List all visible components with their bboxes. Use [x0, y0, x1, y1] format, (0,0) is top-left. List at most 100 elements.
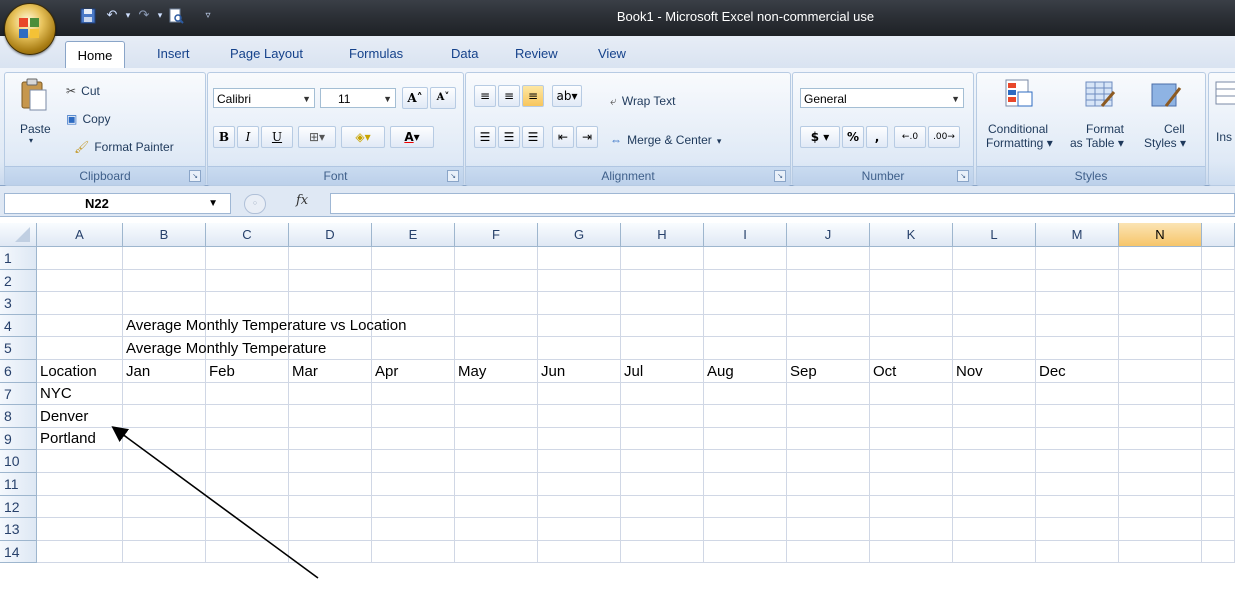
cell-k10[interactable] — [870, 450, 953, 473]
name-box[interactable]: N22 ▼ — [4, 193, 231, 214]
column-header-i[interactable]: I — [704, 223, 787, 247]
cell-d10[interactable] — [289, 450, 372, 473]
tab-data[interactable]: Data — [451, 46, 478, 61]
cell-f7[interactable] — [455, 383, 538, 405]
cell-partial[interactable] — [1202, 337, 1235, 360]
column-header-d[interactable]: D — [289, 223, 372, 247]
column-header-j[interactable]: J — [787, 223, 870, 247]
align-center-button[interactable]: ☰ — [498, 126, 520, 148]
cell-n12[interactable] — [1119, 496, 1202, 518]
cell-l1[interactable] — [953, 247, 1036, 270]
cell-b7[interactable] — [123, 383, 206, 405]
bold-button[interactable]: B — [213, 126, 235, 148]
cell-b1[interactable] — [123, 247, 206, 270]
tab-home[interactable]: Home — [65, 41, 125, 70]
alignment-launcher-icon[interactable]: ↘ — [774, 170, 786, 182]
cell-d7[interactable] — [289, 383, 372, 405]
cell-a6[interactable]: Location — [37, 360, 123, 383]
cell-g3[interactable] — [538, 292, 621, 315]
grow-font-button[interactable]: A˄ — [402, 87, 428, 109]
cell-i13[interactable] — [704, 518, 787, 541]
cell-partial[interactable] — [1202, 518, 1235, 541]
formula-input[interactable] — [330, 193, 1235, 214]
office-button[interactable] — [4, 3, 56, 55]
cell-j6[interactable]: Sep — [787, 360, 870, 383]
copy-button[interactable]: ▣ Copy — [66, 108, 110, 127]
cell-partial[interactable] — [1202, 270, 1235, 292]
row-header-2[interactable]: 2 — [0, 270, 37, 292]
cell-g4[interactable] — [538, 315, 621, 337]
cell-e13[interactable] — [372, 518, 455, 541]
cell-g11[interactable] — [538, 473, 621, 496]
insert-cells-button[interactable]: Ins — [1214, 78, 1235, 160]
cell-m10[interactable] — [1036, 450, 1119, 473]
cell-a10[interactable] — [37, 450, 123, 473]
column-header-partial[interactable] — [1202, 223, 1235, 247]
currency-button[interactable]: $ ▾ — [800, 126, 840, 148]
cell-m12[interactable] — [1036, 496, 1119, 518]
column-header-n[interactable]: N — [1119, 223, 1202, 247]
cell-m3[interactable] — [1036, 292, 1119, 315]
cell-m13[interactable] — [1036, 518, 1119, 541]
cell-e10[interactable] — [372, 450, 455, 473]
cell-n7[interactable] — [1119, 383, 1202, 405]
cell-a3[interactable] — [37, 292, 123, 315]
format-as-table-button[interactable]: Format as Table ▾ — [1064, 78, 1128, 160]
cell-n10[interactable] — [1119, 450, 1202, 473]
cell-l4[interactable] — [953, 315, 1036, 337]
cell-g2[interactable] — [538, 270, 621, 292]
font-launcher-icon[interactable]: ↘ — [447, 170, 459, 182]
cell-f12[interactable] — [455, 496, 538, 518]
decrease-indent-button[interactable]: ⇤ — [552, 126, 574, 148]
cell-e8[interactable] — [372, 405, 455, 428]
cell-f9[interactable] — [455, 428, 538, 450]
cell-n1[interactable] — [1119, 247, 1202, 270]
tab-page-layout[interactable]: Page Layout — [230, 46, 303, 61]
cell-b6[interactable]: Jan — [123, 360, 206, 383]
borders-button[interactable]: ⊞▾ — [298, 126, 336, 148]
cell-n2[interactable] — [1119, 270, 1202, 292]
column-header-g[interactable]: G — [538, 223, 621, 247]
cell-h4[interactable] — [621, 315, 704, 337]
cell-k6[interactable]: Oct — [870, 360, 953, 383]
fill-color-button[interactable]: ◈▾ — [341, 126, 385, 148]
cell-partial[interactable] — [1202, 315, 1235, 337]
cell-m8[interactable] — [1036, 405, 1119, 428]
cell-a1[interactable] — [37, 247, 123, 270]
cell-i9[interactable] — [704, 428, 787, 450]
cell-n3[interactable] — [1119, 292, 1202, 315]
cell-l14[interactable] — [953, 541, 1036, 563]
cell-i3[interactable] — [704, 292, 787, 315]
tab-view[interactable]: View — [598, 46, 626, 61]
row-header-9[interactable]: 9 — [0, 428, 37, 450]
cell-f8[interactable] — [455, 405, 538, 428]
cell-c6[interactable]: Feb — [206, 360, 289, 383]
number-format-combo[interactable]: General ▼ — [800, 88, 964, 108]
cell-a14[interactable] — [37, 541, 123, 563]
cell-partial[interactable] — [1202, 541, 1235, 563]
cell-m11[interactable] — [1036, 473, 1119, 496]
cell-i4[interactable] — [704, 315, 787, 337]
cell-l11[interactable] — [953, 473, 1036, 496]
cell-i11[interactable] — [704, 473, 787, 496]
wrap-text-button[interactable]: ⤶ Wrap Text — [610, 90, 675, 109]
number-launcher-icon[interactable]: ↘ — [957, 170, 969, 182]
cell-m1[interactable] — [1036, 247, 1119, 270]
cell-c7[interactable] — [206, 383, 289, 405]
cell-h6[interactable]: Jul — [621, 360, 704, 383]
cell-d12[interactable] — [289, 496, 372, 518]
merge-center-button[interactable]: ⇔ Merge & Center ▾ — [610, 129, 721, 148]
cell-l7[interactable] — [953, 383, 1036, 405]
cell-k5[interactable] — [870, 337, 953, 360]
cell-j8[interactable] — [787, 405, 870, 428]
cell-h8[interactable] — [621, 405, 704, 428]
align-left-button[interactable]: ☰ — [474, 126, 496, 148]
cell-i8[interactable] — [704, 405, 787, 428]
cut-button[interactable]: ✂ Cut — [66, 80, 100, 99]
cell-l5[interactable] — [953, 337, 1036, 360]
cell-d3[interactable] — [289, 292, 372, 315]
cell-j14[interactable] — [787, 541, 870, 563]
cell-e12[interactable] — [372, 496, 455, 518]
cell-j10[interactable] — [787, 450, 870, 473]
conditional-formatting-button[interactable]: Conditional Formatting ▾ — [984, 78, 1056, 160]
